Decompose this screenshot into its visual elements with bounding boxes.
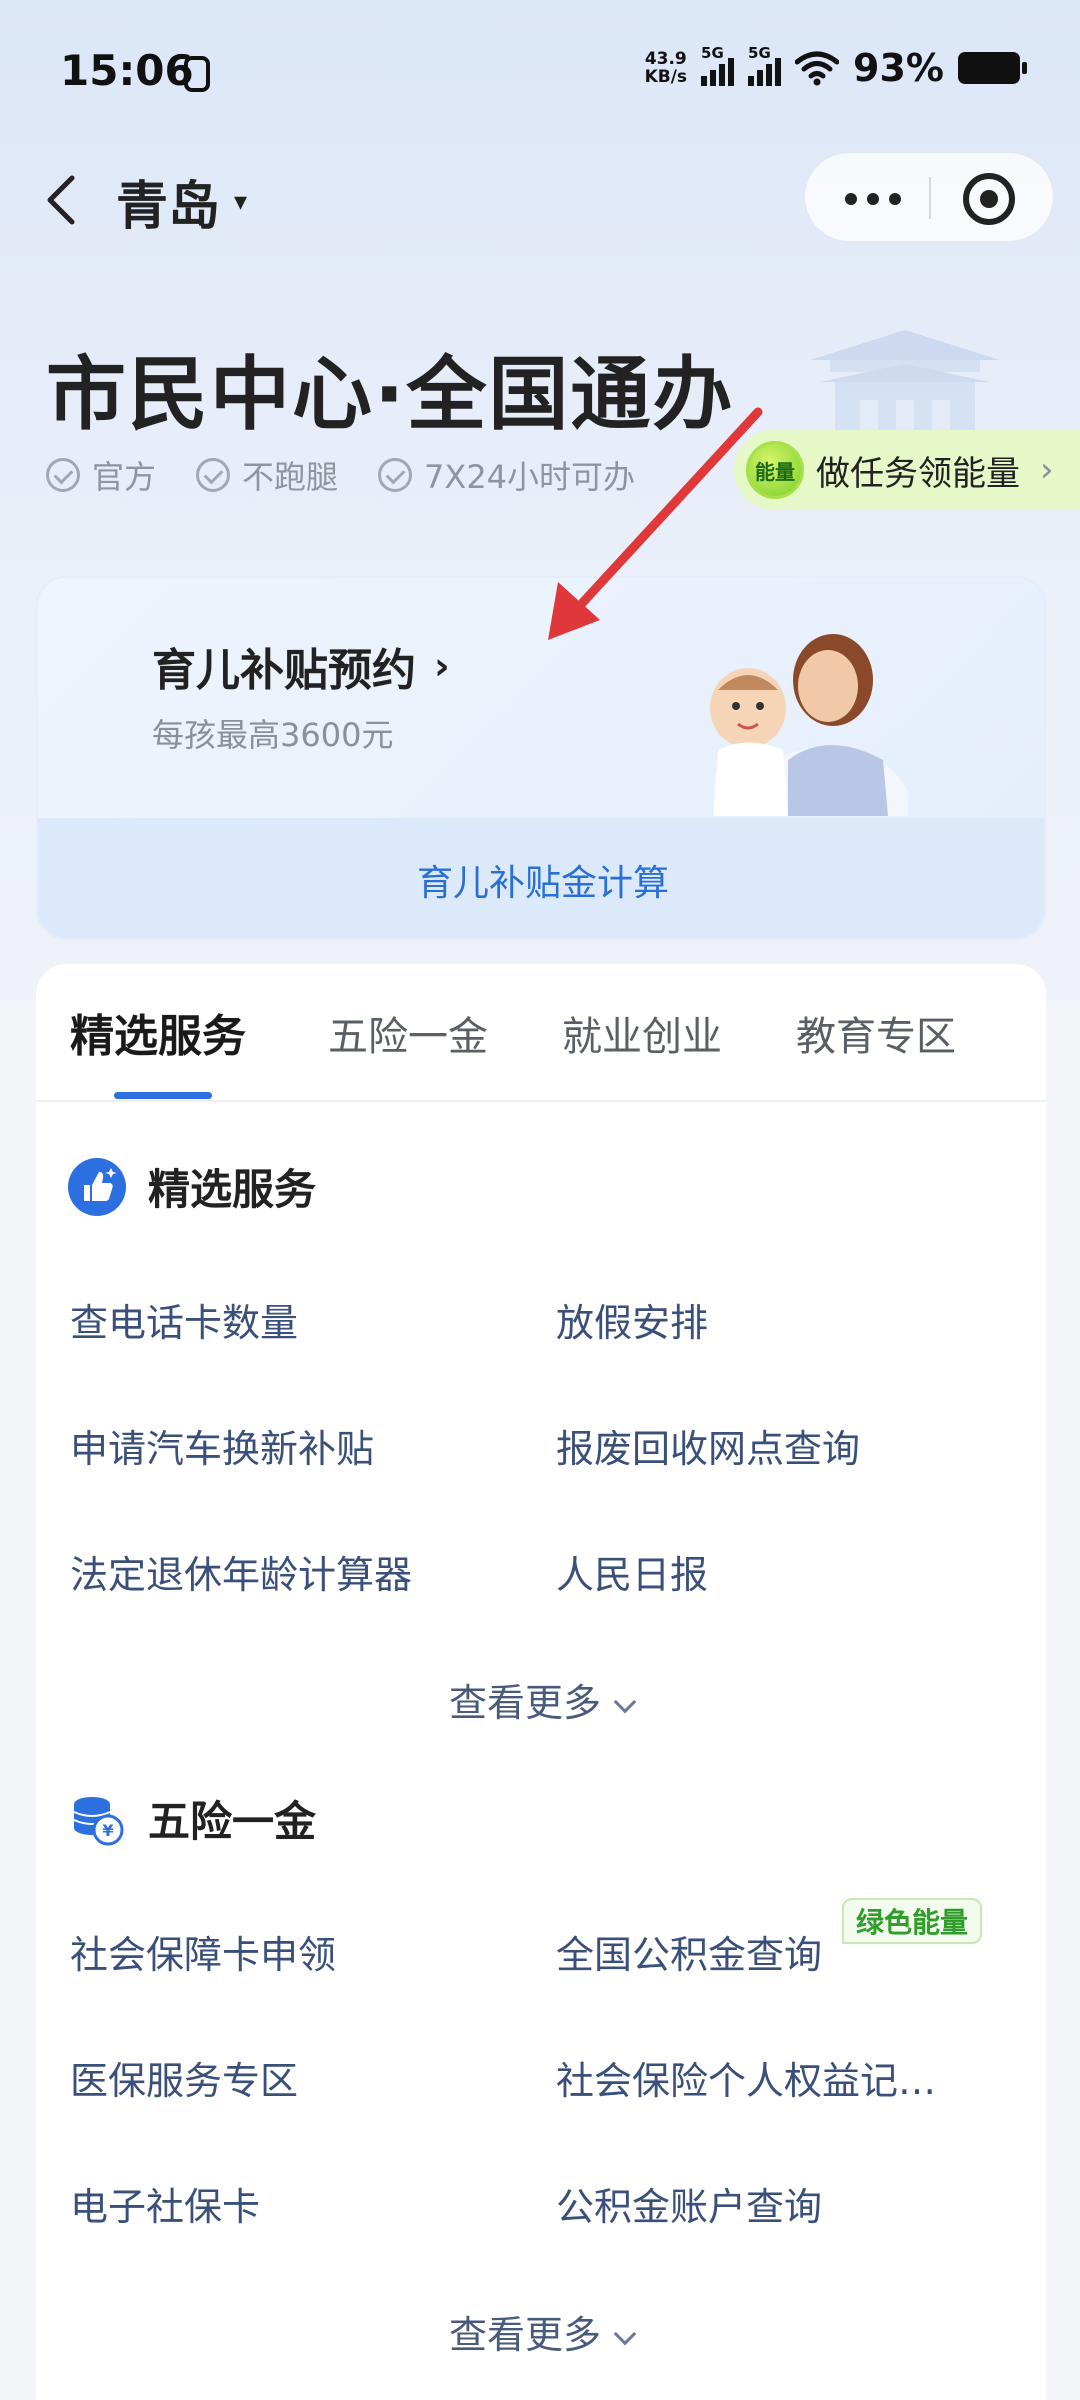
chevron-right-icon: › <box>434 644 450 688</box>
subsidy-calculator-link[interactable]: 育儿补贴金计算 <box>38 818 1044 938</box>
back-arrow-icon[interactable] <box>38 172 88 228</box>
energy-task-label: 做任务领能量 <box>816 453 1020 494</box>
svg-text:¥: ¥ <box>102 1821 113 1840</box>
service-item[interactable]: 全国公积金查询 <box>556 1924 822 1979</box>
service-tabs: 精选服务 五险一金 就业创业 教育专区 <box>36 964 1046 1102</box>
status-bar: 15:06 43.9 KB/s 5G 5G 93% <box>0 0 1080 140</box>
wifi-icon <box>795 51 840 86</box>
check-circle-icon <box>196 458 231 492</box>
chevron-down-icon <box>613 2322 637 2346</box>
city-name: 青岛 <box>116 177 221 237</box>
view-more-label: 查看更多 <box>448 1681 601 1725</box>
childcare-subsidy-card[interactable]: 育儿补贴预约 › 每孩最高3600元 育儿补贴金计算 <box>36 576 1046 940</box>
service-item[interactable]: 社会保险个人权益记… <box>556 2050 936 2105</box>
chevron-down-icon <box>613 1690 637 1714</box>
notification-icon <box>184 56 210 92</box>
network-speed: 43.9 KB/s <box>645 50 687 86</box>
caret-down-icon: ▾ <box>234 186 248 217</box>
battery-icon <box>958 52 1027 84</box>
more-options-icon[interactable] <box>845 179 925 219</box>
sim2-label: 5G <box>748 44 771 62</box>
close-miniapp-icon[interactable] <box>963 173 1015 225</box>
green-energy-badge: 绿色能量 <box>842 1898 983 1944</box>
thumbs-up-icon <box>68 1157 126 1216</box>
network-speed-value: 43.9 <box>644 49 687 69</box>
tab-employment[interactable]: 就业创业 <box>562 1004 722 1062</box>
subsidy-subtitle: 每孩最高3600元 <box>152 716 394 754</box>
signal-icon-sim1: 5G <box>701 44 735 86</box>
chevron-right-icon: › <box>1040 450 1054 490</box>
mother-baby-image <box>710 634 908 816</box>
service-item[interactable]: 医保服务专区 <box>70 2050 298 2105</box>
tag-no-travel: 不跑腿 <box>196 452 338 498</box>
energy-task-button[interactable]: 能量 做任务领能量 › <box>734 430 1080 510</box>
tag-official: 官方 <box>46 452 156 498</box>
insurance-section-header: ¥ 五险一金 <box>68 1788 316 1849</box>
subsidy-title-text: 育儿补贴预约 <box>152 645 416 696</box>
featured-section-header: 精选服务 <box>68 1156 316 1217</box>
service-item[interactable]: 申请汽车换新补贴 <box>70 1418 374 1473</box>
service-item[interactable]: 报废回收网点查询 <box>556 1418 860 1473</box>
capsule-divider <box>929 177 931 219</box>
service-item[interactable]: 放假安排 <box>556 1292 708 1347</box>
check-circle-icon <box>378 458 413 492</box>
battery-percent: 93% <box>853 46 944 90</box>
navigation-bar: 青岛 ▾ <box>0 150 1080 250</box>
check-circle-icon <box>46 458 80 492</box>
tag-24-7: 7X24小时可办 <box>378 452 635 498</box>
services-panel: 精选服务 五险一金 就业创业 教育专区 精选服务 查电话卡数量 放假安排 申请汽… <box>36 964 1046 2400</box>
service-item[interactable]: 电子社保卡 <box>70 2176 260 2231</box>
status-indicators: 43.9 KB/s 5G 5G 93% <box>645 44 1027 90</box>
tab-education[interactable]: 教育专区 <box>796 1004 956 1062</box>
network-speed-unit: KB/s <box>644 67 688 87</box>
tag-label: 官方 <box>92 458 157 496</box>
energy-badge-icon: 能量 <box>746 441 804 499</box>
insurance-view-more-button[interactable]: 查看更多 <box>36 2304 1046 2359</box>
service-item[interactable]: 公积金账户查询 <box>556 2176 822 2231</box>
status-time: 15:06 <box>60 46 194 95</box>
palace-illustration <box>810 330 1000 440</box>
service-item[interactable]: 人民日报 <box>556 1544 708 1599</box>
service-item[interactable]: 查电话卡数量 <box>70 1292 298 1347</box>
coins-yuan-icon: ¥ <box>73 1796 124 1845</box>
active-tab-indicator <box>114 1092 212 1099</box>
featured-section-title: 精选服务 <box>148 1165 317 1214</box>
view-more-label: 查看更多 <box>448 2313 601 2357</box>
page-title: 市民中心·全国通办 <box>46 348 735 441</box>
tag-label: 不跑腿 <box>242 458 339 496</box>
sim1-label: 5G <box>701 44 724 62</box>
signal-icon-sim2: 5G <box>748 44 782 86</box>
tag-label: 7X24小时可办 <box>424 458 636 496</box>
miniapp-capsule <box>804 152 1054 242</box>
featured-view-more-button[interactable]: 查看更多 <box>36 1672 1046 1727</box>
insurance-section-title: 五险一金 <box>148 1797 317 1846</box>
city-selector[interactable]: 青岛 ▾ <box>116 164 247 239</box>
service-item[interactable]: 社会保障卡申领 <box>70 1924 336 1979</box>
service-item[interactable]: 法定退休年龄计算器 <box>70 1544 412 1599</box>
feature-tags: 官方 不跑腿 7X24小时可办 <box>46 452 635 498</box>
tab-insurance[interactable]: 五险一金 <box>328 1004 488 1062</box>
subsidy-title[interactable]: 育儿补贴预约 › <box>152 634 450 698</box>
tab-featured[interactable]: 精选服务 <box>70 1000 246 1064</box>
